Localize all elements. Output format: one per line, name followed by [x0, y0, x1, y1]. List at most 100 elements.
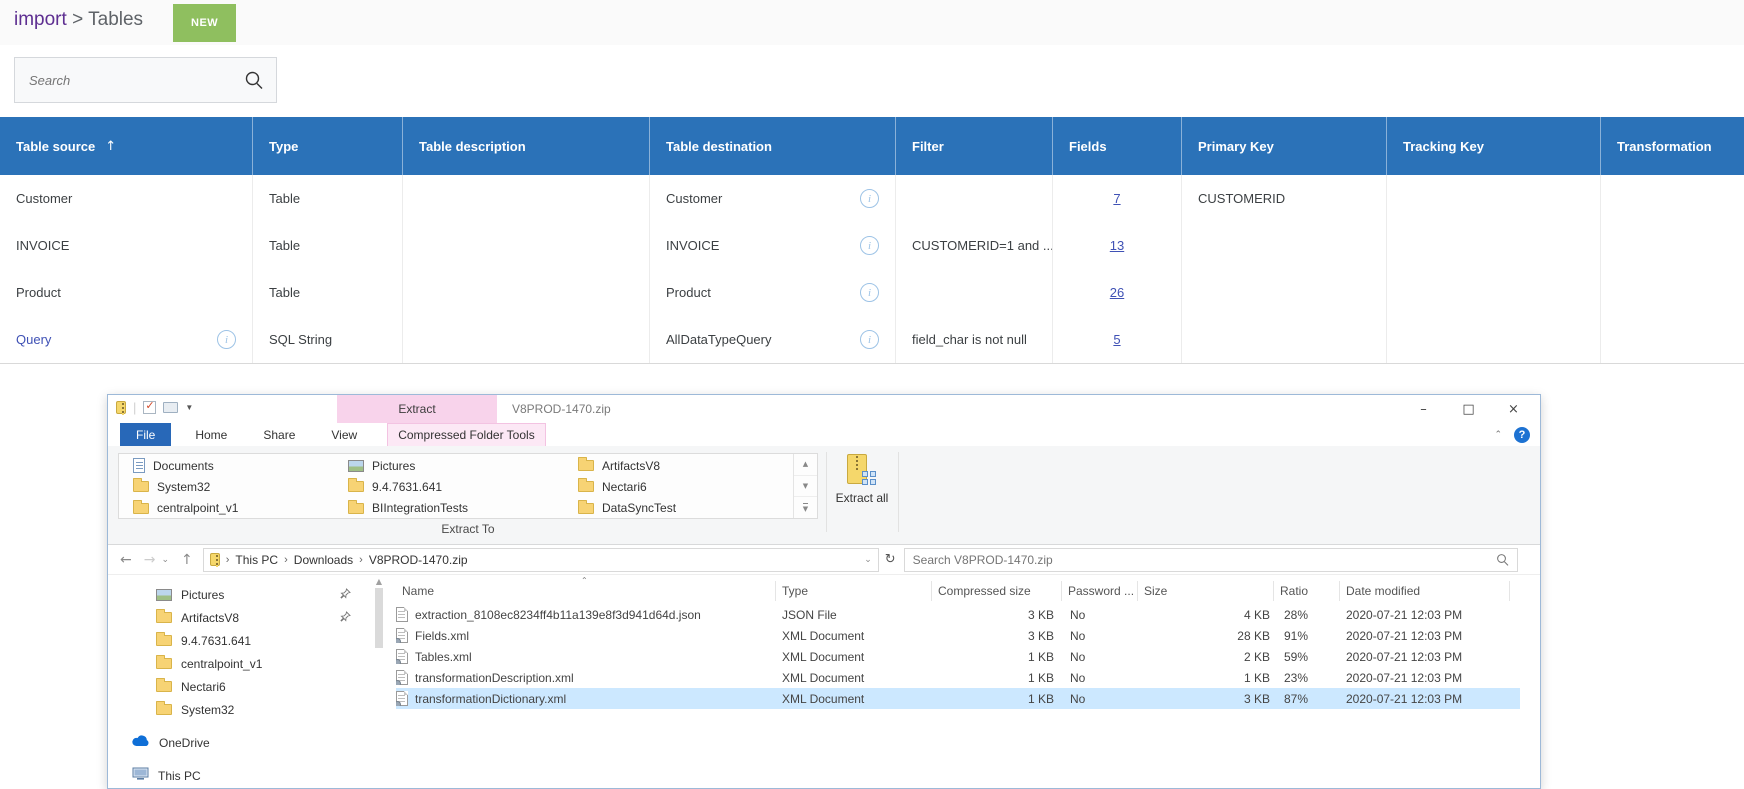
table-source-link[interactable]: Query — [16, 332, 51, 347]
tab-file[interactable]: File — [120, 423, 171, 446]
search-input[interactable] — [15, 73, 244, 88]
cell-type: Table — [253, 269, 403, 316]
file-type-cell: JSON File — [776, 608, 932, 622]
divider: | — [133, 400, 136, 415]
tab-home[interactable]: Home — [185, 423, 237, 446]
info-icon[interactable]: i — [860, 330, 879, 349]
address-segment-this-pc[interactable]: This PC — [235, 553, 278, 567]
address-segment-zip[interactable]: V8PROD-1470.zip — [369, 553, 468, 567]
breadcrumb-section[interactable]: import — [14, 9, 67, 30]
extract-destination-system32[interactable]: System32 — [121, 476, 336, 497]
info-icon[interactable]: i — [860, 236, 879, 255]
picture-icon — [156, 589, 172, 601]
file-row[interactable]: Fields.xmlXML Document3 KBNo28 KB91%2020… — [396, 625, 1520, 646]
file-column-header-compressedsize[interactable]: Compressed size — [932, 581, 1062, 601]
file-row[interactable]: extraction_8108ec8234ff4b11a139e8f3d941d… — [396, 604, 1520, 625]
divider — [898, 452, 899, 532]
sidebar-item-centralpoint_v1[interactable]: centralpoint_v1 — [108, 652, 386, 675]
back-icon[interactable]: ← — [120, 552, 132, 568]
extract-destination-label: 9.4.7631.641 — [372, 480, 442, 494]
gallery-more-icon[interactable]: ▼ — [794, 496, 817, 518]
info-icon[interactable]: i — [860, 189, 879, 208]
column-header-table-description[interactable]: Table description — [403, 117, 650, 175]
extract-destination-centralpoint_v1[interactable]: centralpoint_v1 — [121, 498, 336, 519]
column-header-type[interactable]: Type — [253, 117, 403, 175]
column-header-primary-key[interactable]: Primary Key — [1182, 117, 1387, 175]
sidebar-item-system32[interactable]: System32 — [108, 698, 386, 721]
refresh-icon[interactable]: ↻ — [885, 552, 896, 567]
table-row[interactable]: QueryiSQL StringAllDataTypeQueryifield_c… — [0, 316, 1744, 363]
tab-compressed-folder-tools[interactable]: Compressed Folder Tools — [387, 423, 546, 446]
tab-view[interactable]: View — [321, 423, 367, 446]
file-name-cell: Fields.xml — [396, 628, 776, 643]
cell-transformation — [1601, 269, 1744, 316]
sidebar-item-pictures[interactable]: Pictures — [108, 583, 386, 606]
extract-destination-biintegrationtests[interactable]: BIIntegrationTests — [336, 498, 566, 519]
cell-type: Table — [253, 175, 403, 222]
file-column-header-type[interactable]: Type — [776, 581, 932, 601]
sidebar-item-this pc[interactable]: This PC — [108, 764, 386, 787]
file-column-header-password[interactable]: Password ... — [1062, 581, 1138, 601]
minimize-button[interactable]: – — [1401, 395, 1446, 423]
close-button[interactable]: × — [1491, 395, 1536, 423]
column-header-fields[interactable]: Fields — [1053, 117, 1182, 175]
info-icon[interactable]: i — [217, 330, 236, 349]
sidebar-item-onedrive[interactable]: OneDrive — [108, 731, 386, 754]
customize-toolbar-icon[interactable]: ▼ — [185, 403, 193, 412]
fields-link[interactable]: 26 — [1110, 285, 1124, 300]
fields-link[interactable]: 5 — [1113, 332, 1120, 347]
table-row[interactable]: ProductTableProducti26 — [0, 269, 1744, 316]
forward-icon[interactable]: → — [144, 552, 156, 568]
column-header-table-destination[interactable]: Table destination — [650, 117, 896, 175]
file-column-header-size[interactable]: Size — [1138, 581, 1274, 601]
search-icon[interactable] — [244, 70, 264, 90]
column-header-filter[interactable]: Filter — [896, 117, 1053, 175]
extract-destination-9.4.7631.641[interactable]: 9.4.7631.641 — [336, 476, 566, 497]
folder-icon — [133, 481, 149, 492]
table-destination-value: AllDataTypeQuery — [666, 332, 772, 347]
page: import > Tables NEW Table source↑TypeTab… — [0, 0, 1744, 789]
address-segment-downloads[interactable]: Downloads — [294, 553, 353, 567]
extract-destination-documents[interactable]: Documents — [121, 455, 336, 476]
gallery-scroll-down-icon[interactable]: ▼ — [794, 475, 817, 497]
collapse-ribbon-icon[interactable]: ⌃ — [1494, 429, 1502, 440]
recent-locations-icon[interactable]: ⌄ — [161, 555, 169, 565]
extract-destination-datasynctest[interactable]: DataSyncTest — [566, 498, 793, 519]
search-icon[interactable] — [1496, 553, 1509, 566]
column-header-transformation[interactable]: Transformation — [1601, 117, 1744, 175]
file-column-header-datemodified[interactable]: Date modified — [1340, 581, 1510, 601]
tab-share[interactable]: Share — [253, 423, 305, 446]
file-password-cell: No — [1062, 692, 1138, 706]
help-icon[interactable]: ? — [1514, 427, 1530, 443]
extract-all-button[interactable]: Extract all — [834, 454, 890, 534]
sidebar-item-nectari6[interactable]: Nectari6 — [108, 675, 386, 698]
new-folder-icon[interactable] — [163, 402, 178, 413]
address-dropdown-icon[interactable]: ⌄ — [864, 555, 872, 565]
cell-transformation — [1601, 175, 1744, 222]
file-row[interactable]: Tables.xmlXML Document1 KBNo2 KB59%2020-… — [396, 646, 1520, 667]
column-header-tracking-key[interactable]: Tracking Key — [1387, 117, 1601, 175]
new-button[interactable]: NEW — [173, 4, 236, 42]
cell-type: SQL String — [253, 316, 403, 363]
up-icon[interactable]: ↑ — [181, 552, 193, 568]
quick-access-toolbar: | ▼ — [116, 400, 193, 415]
maximize-button[interactable]: □ — [1446, 395, 1491, 423]
sidebar-item-artifactsv8[interactable]: ArtifactsV8 — [108, 606, 386, 629]
column-header-table-source[interactable]: Table source↑ — [0, 117, 253, 175]
file-column-header-ratio[interactable]: Ratio — [1274, 581, 1340, 601]
extract-destination-pictures[interactable]: Pictures — [336, 455, 566, 476]
extract-destination-nectari6[interactable]: Nectari6 — [566, 476, 793, 497]
table-row[interactable]: INVOICETableINVOICEiCUSTOMERID=1 and ...… — [0, 222, 1744, 269]
properties-icon[interactable] — [143, 401, 156, 414]
file-row[interactable]: transformationDictionary.xmlXML Document… — [396, 688, 1520, 709]
sidebar-item-label: System32 — [181, 703, 234, 717]
file-row[interactable]: transformationDescription.xmlXML Documen… — [396, 667, 1520, 688]
sidebar-item-9-4-7631-641[interactable]: 9.4.7631.641 — [108, 629, 386, 652]
fields-link[interactable]: 7 — [1113, 191, 1120, 206]
extract-destination-artifactsv8[interactable]: ArtifactsV8 — [566, 455, 793, 476]
explorer-search-input[interactable] — [905, 553, 1496, 567]
info-icon[interactable]: i — [860, 283, 879, 302]
table-row[interactable]: CustomerTableCustomeri7CUSTOMERID — [0, 175, 1744, 222]
gallery-scroll-up-icon[interactable]: ▲ — [794, 454, 817, 475]
fields-link[interactable]: 13 — [1110, 238, 1124, 253]
